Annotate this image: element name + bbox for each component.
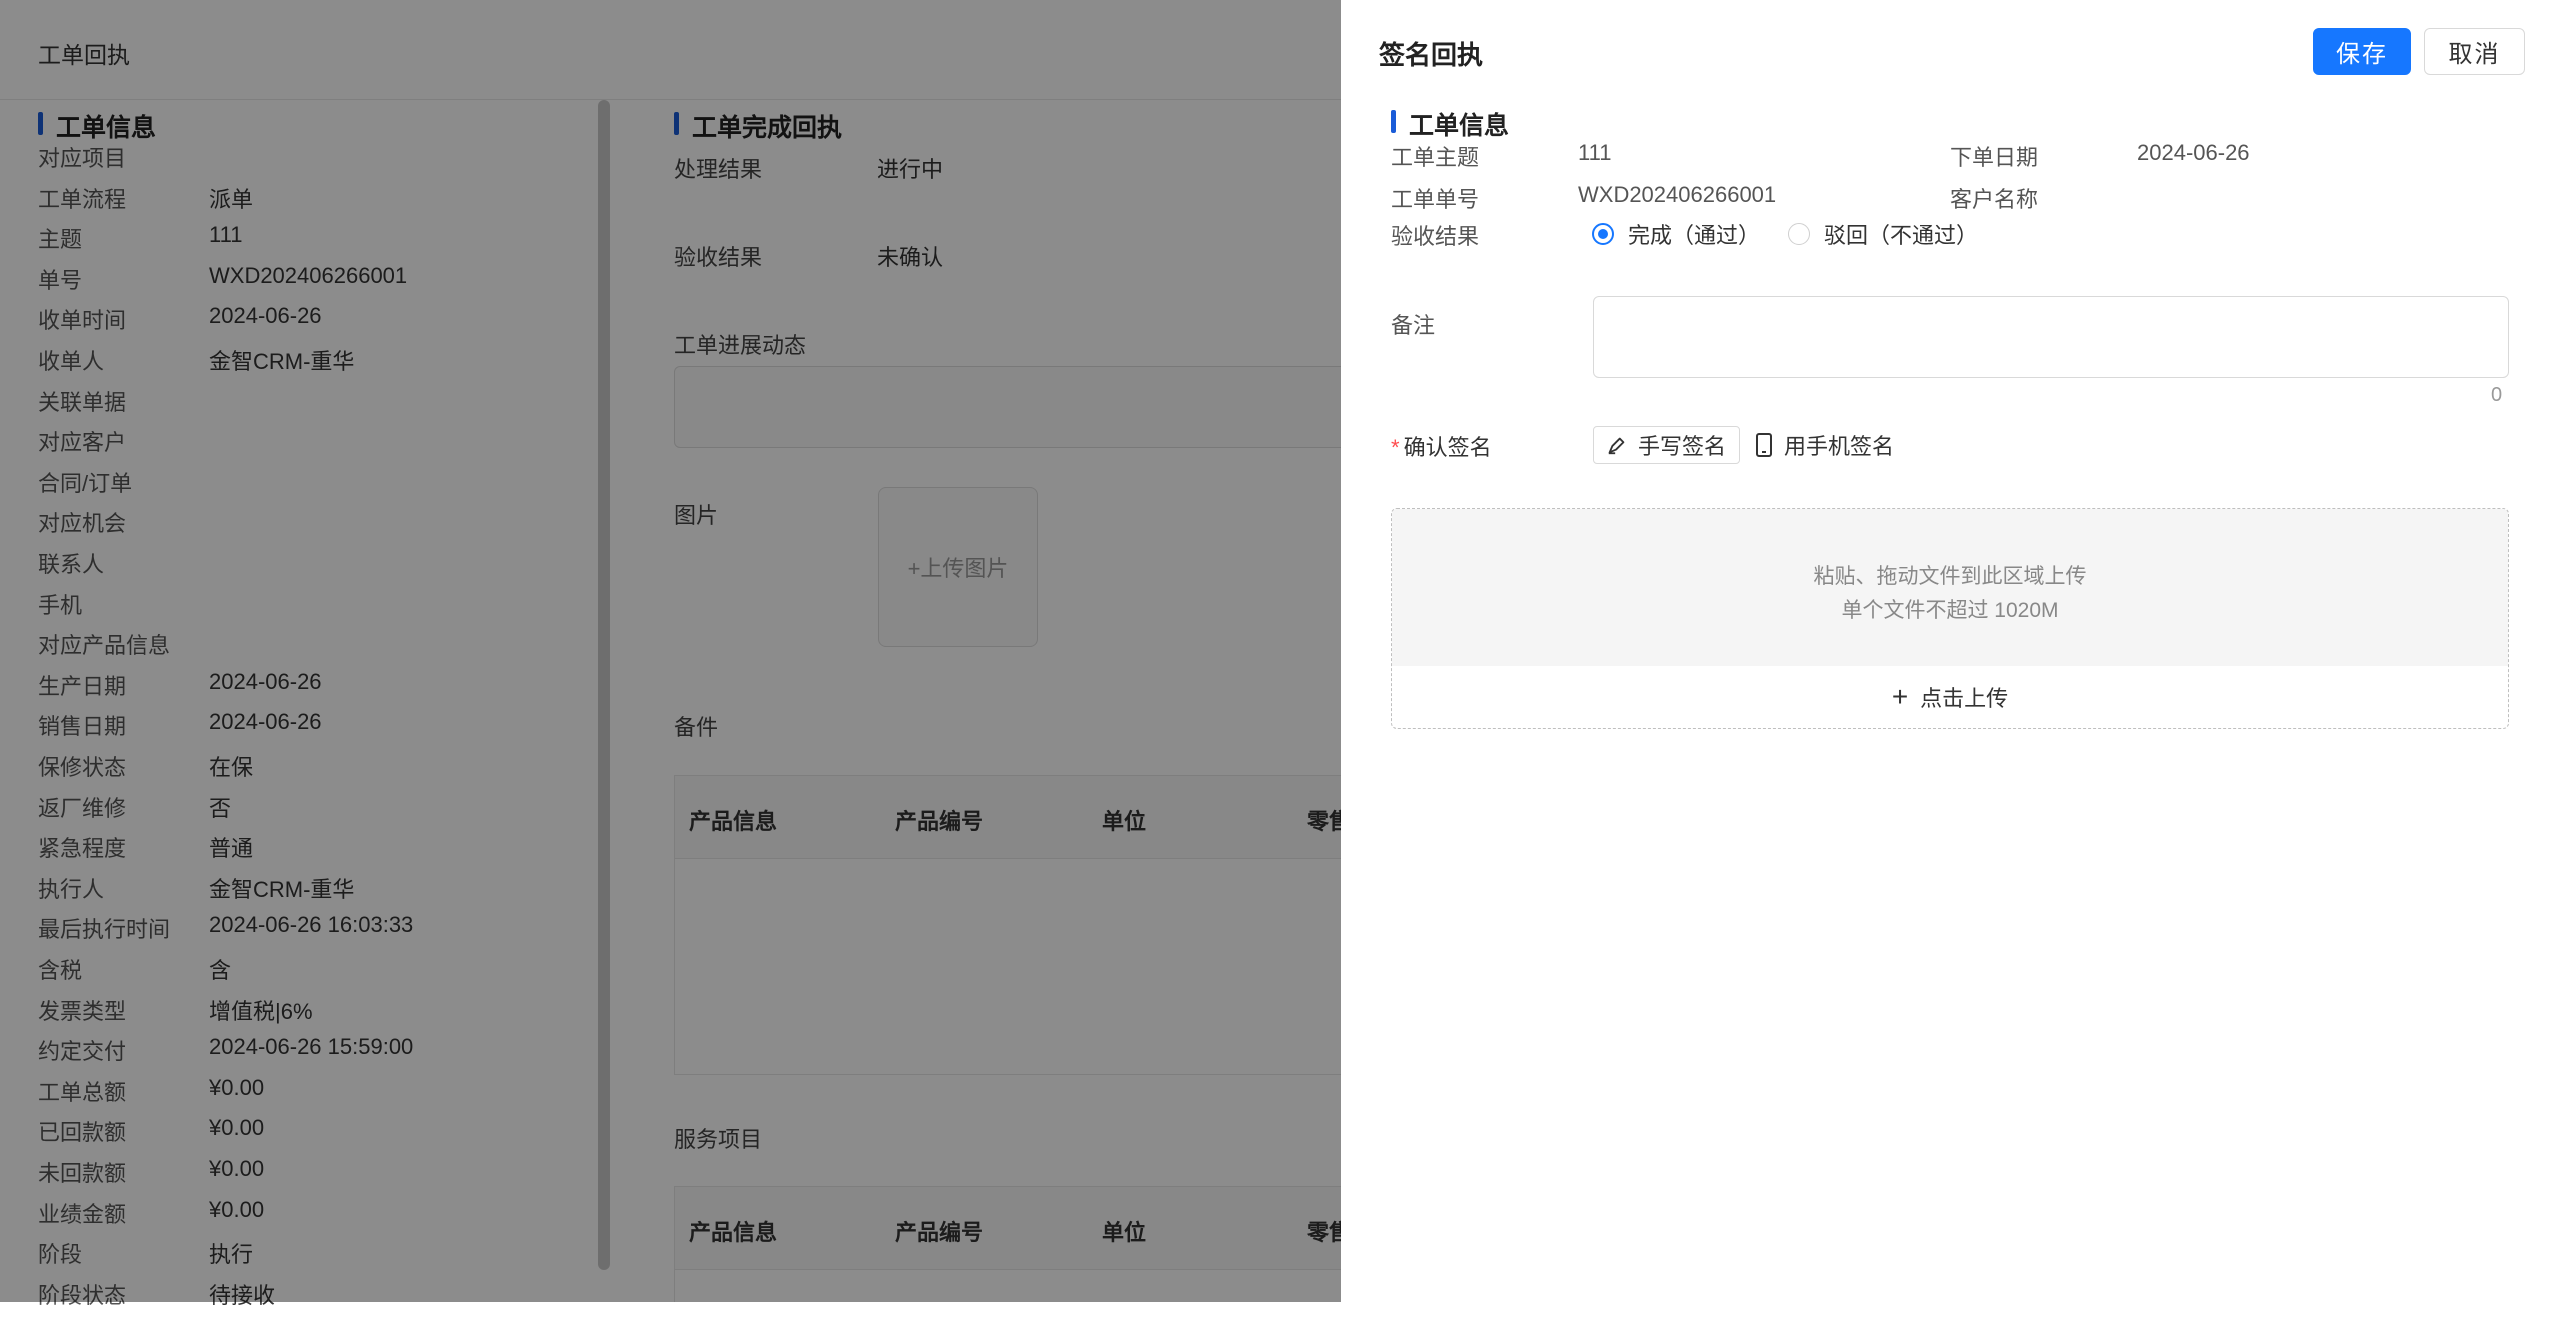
click-upload-button[interactable]: + 点击上传 (1392, 666, 2508, 728)
radio-reject-label: 驳回（不通过） (1824, 223, 1979, 248)
required-mark: * (1391, 435, 1400, 460)
upload-hint-size-limit: 单个文件不超过 1020M (1841, 599, 2059, 622)
radio-pass-dot[interactable] (1592, 223, 1614, 245)
order-date-value: 2024-06-26 (2137, 140, 2250, 165)
signature-receipt-drawer: 签名回执 保存 取消 工单信息 工单主题 111 下单日期 2024-06-26… (1341, 0, 2560, 1302)
mobile-phone-icon (1756, 433, 1772, 457)
signature-label-row: * 确认签名 (1391, 430, 1492, 462)
radio-reject[interactable]: 驳回（不通过） (1788, 218, 1978, 250)
acceptance-label: 验收结果 (1391, 224, 1480, 249)
save-button[interactable]: 保存 (2313, 28, 2411, 75)
cancel-button[interactable]: 取消 (2424, 28, 2525, 75)
remark-textarea[interactable] (1593, 296, 2509, 378)
order-no-label: 工单单号 (1391, 187, 1480, 212)
phone-sign-label: 用手机签名 (1784, 434, 1895, 459)
handwrite-sign-label: 手写签名 (1638, 434, 1727, 459)
remark-label: 备注 (1391, 313, 1436, 338)
remark-char-count: 0 (2491, 384, 2503, 406)
signature-label: 确认签名 (1403, 435, 1492, 460)
subject-value: 111 (1578, 140, 1612, 165)
handwrite-sign-button[interactable]: 手写签名 (1593, 426, 1740, 464)
order-date-label: 下单日期 (1950, 145, 2039, 170)
drawer-section-title: 工单信息 (1391, 106, 1509, 142)
click-upload-label: 点击上传 (1920, 686, 2009, 711)
pen-icon (1608, 437, 1625, 455)
drawer-header: 签名回执 保存 取消 (1341, 0, 2560, 100)
radio-reject-dot[interactable] (1788, 223, 1810, 245)
customer-label: 客户名称 (1950, 187, 2039, 212)
plus-icon: + (1891, 681, 1909, 712)
subject-label: 工单主题 (1391, 145, 1480, 170)
order-no-value: WXD202406266001 (1578, 182, 1777, 207)
file-upload-dropzone[interactable]: 粘贴、拖动文件到此区域上传 单个文件不超过 1020M + 点击上传 (1391, 508, 2509, 729)
drop-area[interactable]: 粘贴、拖动文件到此区域上传 单个文件不超过 1020M (1392, 509, 2508, 666)
phone-sign-button[interactable]: 用手机签名 (1754, 426, 1894, 464)
radio-pass[interactable]: 完成（通过） (1592, 218, 1760, 250)
upload-hint-primary: 粘贴、拖动文件到此区域上传 (1813, 565, 2087, 588)
drawer-title: 签名回执 (1379, 40, 1484, 70)
radio-pass-label: 完成（通过） (1628, 223, 1761, 248)
